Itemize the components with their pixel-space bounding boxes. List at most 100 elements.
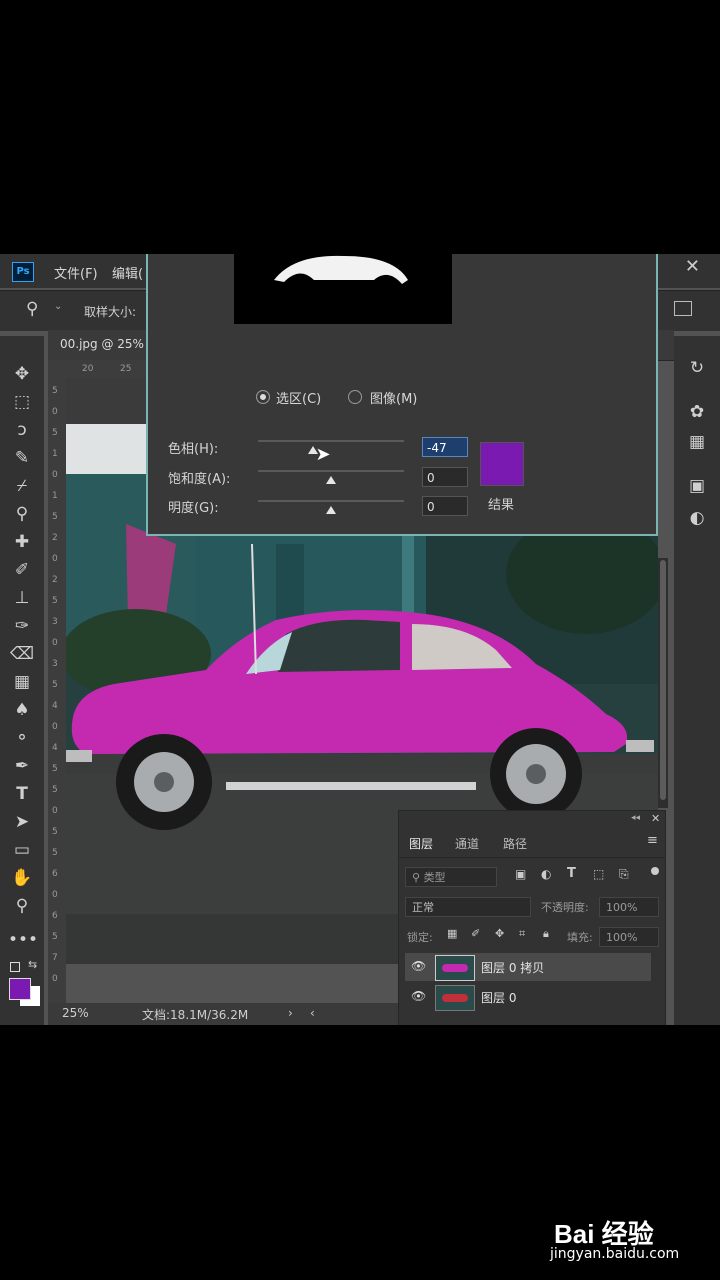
blur-tool-icon[interactable]: ♠ xyxy=(8,698,36,722)
eraser-tool-icon[interactable]: ⌫ xyxy=(8,642,36,666)
eyedropper-icon[interactable]: ⚲ xyxy=(26,299,38,319)
hue-value-input[interactable]: -47 xyxy=(422,437,468,457)
lightness-value-input[interactable]: 0 xyxy=(422,496,468,516)
layer-name: 图层 0 拷贝 xyxy=(481,961,545,975)
close-icon[interactable]: ✕ xyxy=(685,256,700,277)
panel-menu-icon[interactable]: ≡ xyxy=(647,833,658,848)
opacity-input[interactable]: 100% xyxy=(599,897,659,917)
rectangle-tool-icon[interactable]: ▭ xyxy=(8,838,36,862)
hand-tool-icon[interactable]: ✋ xyxy=(8,866,36,890)
panel-close-icon[interactable]: ✕ xyxy=(651,812,660,825)
more-tools-icon[interactable]: ••• xyxy=(8,928,38,952)
history-icon[interactable]: ↻ xyxy=(684,356,710,380)
swap-colors-icon[interactable]: ⇆ xyxy=(28,958,37,971)
status-arrow-icon[interactable]: › xyxy=(288,1006,293,1020)
chevron-down-icon[interactable]: ⌄ xyxy=(54,301,62,312)
visibility-eye-icon[interactable]: 👁︎ xyxy=(411,959,426,973)
gradient-tool-icon[interactable]: ▦ xyxy=(8,670,36,694)
pen-tool-icon[interactable]: ✒ xyxy=(8,754,36,778)
zoom-level[interactable]: 25% xyxy=(62,1006,89,1020)
saturation-value-input[interactable]: 0 xyxy=(422,467,468,487)
ruler-mark: 5 xyxy=(52,596,58,606)
layer-thumbnail xyxy=(435,985,475,1011)
swatches-grid-icon[interactable]: ▦ xyxy=(684,430,710,454)
document-tab[interactable]: 00.jpg @ 25% xyxy=(60,337,144,351)
ruler-mark: 0 xyxy=(52,554,58,564)
layer-row-original[interactable]: 👁︎ 图层 0 xyxy=(405,983,651,1011)
ruler-mark: 0 xyxy=(52,722,58,732)
default-colors-icon[interactable] xyxy=(10,962,20,972)
status-bar: 25% 文档:18.1M/36.2M › ‹ xyxy=(48,1003,398,1025)
ruler-mark: 4 xyxy=(52,701,58,711)
lock-all-icon[interactable]: 🔒︎ xyxy=(543,927,549,941)
adjustments-icon[interactable]: ◐ xyxy=(684,506,710,530)
ruler-mark: 5 xyxy=(52,785,58,795)
ruler-mark: 2 xyxy=(52,533,58,543)
filter-smart-icon[interactable]: ⎘ xyxy=(619,867,629,882)
vertical-scrollbar[interactable] xyxy=(658,558,668,808)
selection-preview xyxy=(234,254,452,324)
tab-channels[interactable]: 通道 xyxy=(455,835,479,852)
brush-tool-icon[interactable]: ✐ xyxy=(8,558,36,582)
opacity-label: 不透明度: xyxy=(541,901,589,914)
blend-mode-select[interactable]: 正常 xyxy=(405,897,531,917)
scroll-left-icon[interactable]: ‹ xyxy=(310,1006,315,1020)
layer-row-copy[interactable]: 👁︎ 图层 0 拷贝 xyxy=(405,953,651,981)
menu-edit[interactable]: 编辑( xyxy=(112,263,143,282)
saturation-slider[interactable] xyxy=(258,470,404,484)
lightness-slider[interactable] xyxy=(258,500,404,514)
hue-slider[interactable] xyxy=(258,440,404,454)
filter-toggle-icon[interactable] xyxy=(651,867,659,875)
saturation-slider-thumb[interactable] xyxy=(326,476,336,484)
stamp-tool-icon[interactable]: ⊥ xyxy=(8,586,36,610)
crop-tool-icon[interactable]: ⌿ xyxy=(8,474,36,498)
zoom-tool-icon[interactable]: ⚲ xyxy=(8,894,36,918)
workspace-icon[interactable] xyxy=(674,301,692,316)
fill-input[interactable]: 100% xyxy=(599,927,659,947)
filter-shape-icon[interactable]: ⬚ xyxy=(593,867,604,881)
lasso-tool-icon[interactable]: ↄ xyxy=(8,418,36,442)
filter-adjustment-icon[interactable]: ◐ xyxy=(541,867,551,881)
fill-label: 填充: xyxy=(567,931,593,944)
collapse-icon[interactable]: ◂◂ xyxy=(631,813,640,823)
ruler-mark: 5 xyxy=(52,428,58,438)
radio-selection[interactable] xyxy=(256,390,270,404)
tab-layers[interactable]: 图层 xyxy=(409,835,433,852)
ruler-mark: 5 xyxy=(52,932,58,942)
ruler-mark: 5 xyxy=(52,848,58,858)
ruler-mark: 4 xyxy=(52,743,58,753)
visibility-eye-icon[interactable]: 👁︎ xyxy=(411,989,426,1003)
menu-file[interactable]: 文件(F) xyxy=(54,263,98,282)
eyedropper-tool-icon[interactable]: ⚲ xyxy=(8,502,36,526)
tab-paths[interactable]: 路径 xyxy=(503,835,527,852)
type-tool-icon[interactable]: T xyxy=(8,782,36,806)
libraries-icon[interactable]: ▣ xyxy=(684,474,710,498)
ruler-mark: 3 xyxy=(52,659,58,669)
filter-pixel-icon[interactable]: ▣ xyxy=(515,867,526,881)
layer-filter-select[interactable]: ⚲ 类型 xyxy=(405,867,497,887)
foreground-color-swatch[interactable] xyxy=(9,978,31,1000)
lightness-label: 明度(G): xyxy=(168,501,219,516)
history-brush-icon[interactable]: ✑ xyxy=(8,614,36,638)
ruler-mark: 2 xyxy=(52,575,58,585)
quick-select-icon[interactable]: ✎ xyxy=(8,446,36,470)
healing-tool-icon[interactable]: ✚ xyxy=(8,530,36,554)
hue-saturation-dialog: 选区(C) 图像(M) 色相(H): ➤ -47 饱和度(A): 0 明度(G)… xyxy=(146,254,658,536)
radio-image-label: 图像(M) xyxy=(370,392,418,407)
ruler-mark: 5 xyxy=(52,827,58,837)
radio-image[interactable] xyxy=(348,390,362,404)
filter-type-icon[interactable]: T xyxy=(567,866,576,881)
car-mask-preview xyxy=(274,255,408,284)
marquee-tool-icon[interactable]: ⬚ xyxy=(8,390,36,414)
lightness-slider-thumb[interactable] xyxy=(326,506,336,514)
lock-position-icon[interactable]: ✥ xyxy=(495,927,504,940)
dodge-tool-icon[interactable]: ⚬ xyxy=(8,726,36,750)
ruler-mark: 0 xyxy=(52,806,58,816)
path-select-icon[interactable]: ➤ xyxy=(8,810,36,834)
move-tool-icon[interactable]: ✥ xyxy=(8,362,36,386)
lock-artboard-icon[interactable]: ⌗ xyxy=(519,927,525,941)
lock-transparent-icon[interactable]: ▦ xyxy=(447,927,457,940)
lock-paint-icon[interactable]: ✐ xyxy=(471,927,480,940)
color-palette-icon[interactable]: ✿ xyxy=(684,400,710,424)
ruler-mark: 6 xyxy=(52,911,58,921)
